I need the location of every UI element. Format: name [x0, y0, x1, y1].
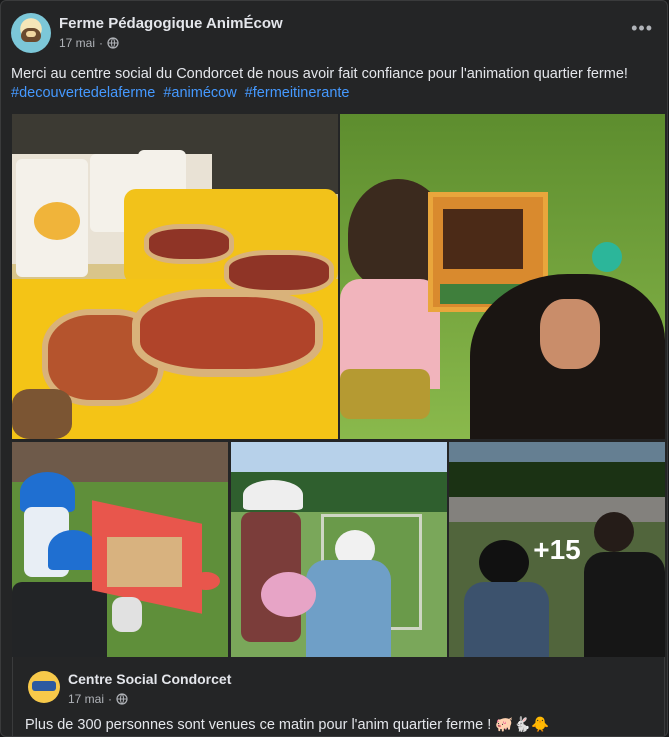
- photo-children-playground[interactable]: [231, 442, 447, 657]
- globe-icon: [116, 693, 128, 705]
- cow-logo-icon: [21, 28, 41, 42]
- shared-post-meta: 17 mai ·: [68, 692, 128, 706]
- shared-post-date[interactable]: 17 mai: [68, 692, 104, 706]
- post-author[interactable]: Ferme Pédagogique AnimÉcow: [59, 15, 283, 32]
- shared-post-author[interactable]: Centre Social Condorcet: [68, 671, 231, 687]
- hashtag-link[interactable]: #animécow: [163, 85, 236, 101]
- hashtag-link[interactable]: #fermeitinerante: [245, 85, 350, 101]
- photo-breakfast-table[interactable]: [12, 114, 338, 439]
- page-avatar[interactable]: [11, 13, 51, 53]
- photo-boys-farm-toy[interactable]: [12, 442, 228, 657]
- more-options-button[interactable]: •••: [631, 19, 653, 37]
- post-meta: 17 mai ·: [59, 36, 119, 50]
- post-date[interactable]: 17 mai: [59, 36, 95, 50]
- shared-post-text: Plus de 300 personnes sont venues ce mat…: [25, 717, 550, 733]
- shared-post-avatar[interactable]: [28, 671, 60, 703]
- photo-children-fence[interactable]: +15: [449, 442, 665, 657]
- meta-separator: ·: [108, 692, 113, 706]
- post-text-block: Merci au centre social du Condorcet de n…: [11, 65, 661, 103]
- photo-children-farm-toy[interactable]: [340, 114, 665, 439]
- meta-separator: ·: [99, 36, 104, 50]
- shared-post[interactable]: Centre Social Condorcet 17 mai · Plus de…: [12, 657, 665, 736]
- globe-icon: [107, 37, 119, 49]
- post-message: Merci au centre social du Condorcet de n…: [11, 66, 628, 82]
- post-card: Ferme Pédagogique AnimÉcow 17 mai · ••• …: [0, 0, 668, 737]
- photo-mosaic: +15: [12, 114, 665, 657]
- hashtag-link[interactable]: #decouvertedelaferme: [11, 85, 155, 101]
- hashtag-list: #decouvertedelaferme #animécow #fermeiti…: [11, 84, 661, 103]
- centre-social-logo-icon: [32, 681, 56, 691]
- more-photos-overlay[interactable]: +15: [449, 442, 665, 657]
